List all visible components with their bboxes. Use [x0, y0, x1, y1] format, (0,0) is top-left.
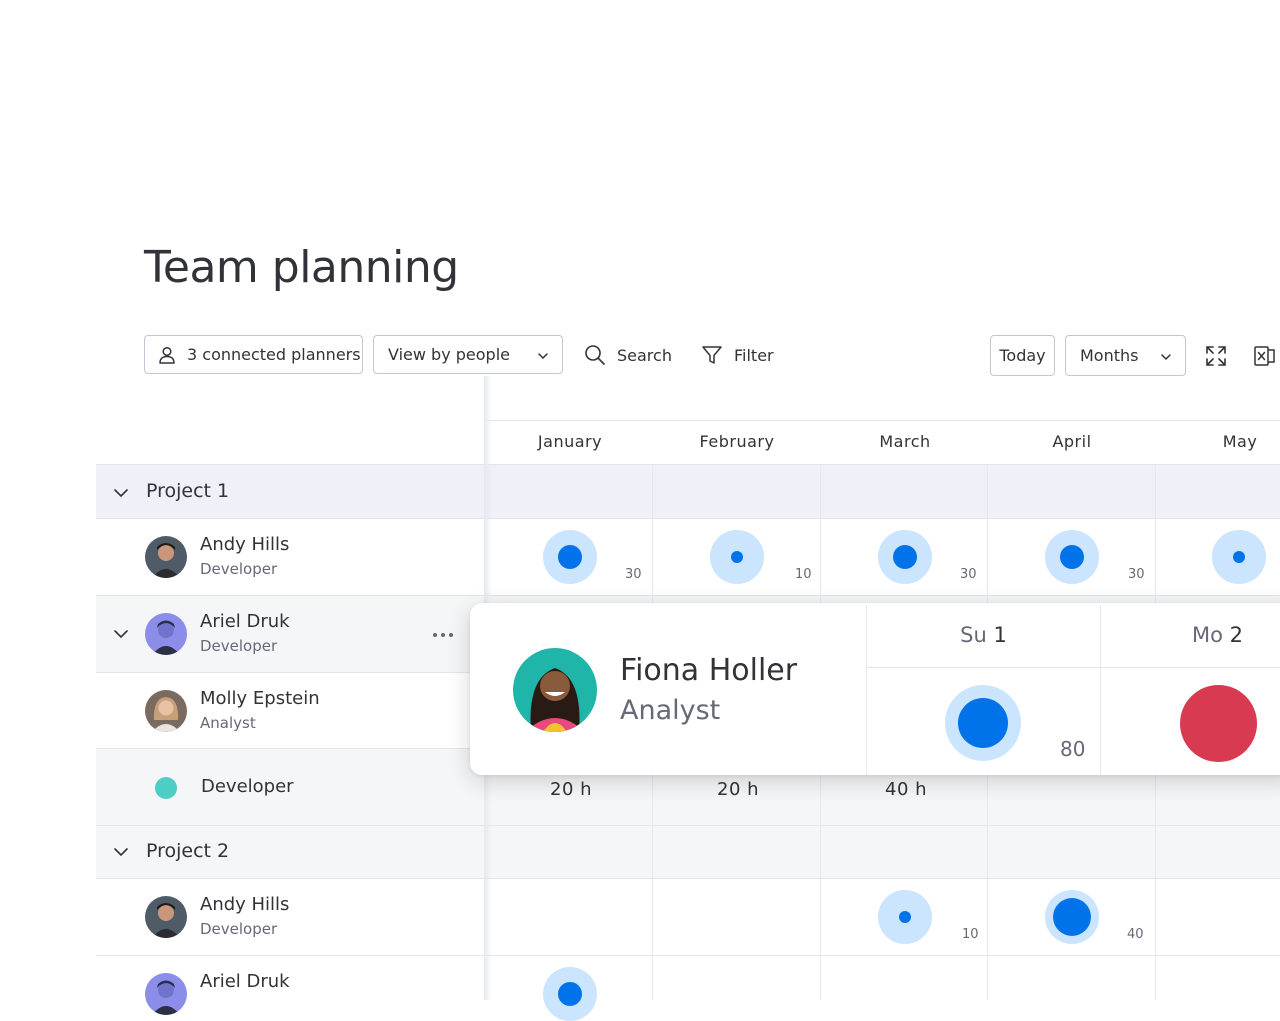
- person-name: Ariel Druk: [200, 611, 290, 632]
- excel-icon[interactable]: [1253, 344, 1277, 372]
- avatar: [513, 648, 597, 732]
- more-icon[interactable]: [432, 627, 454, 646]
- avatar: [145, 690, 187, 732]
- divider: [96, 464, 1280, 465]
- allocation-bubble[interactable]: [878, 530, 932, 584]
- avatar: [145, 896, 187, 938]
- role-label: Developer: [201, 776, 294, 797]
- person-name: Ariel Druk: [200, 971, 290, 992]
- allocation-bubble[interactable]: [543, 967, 597, 1021]
- allocation-bubble[interactable]: [1045, 530, 1099, 584]
- role-color-dot: [155, 777, 177, 799]
- person-name: Molly Epstein: [200, 688, 320, 709]
- group-label[interactable]: Project 1: [146, 480, 229, 502]
- month-header: May: [1222, 432, 1258, 451]
- allocation-bubble[interactable]: [543, 530, 597, 584]
- today-label: Today: [999, 346, 1046, 365]
- person-role: Developer: [200, 637, 278, 655]
- allocation-value: 40: [1127, 927, 1144, 942]
- period-label: Months: [1080, 346, 1139, 365]
- person-name: Andy Hills: [200, 534, 290, 555]
- filter-icon: [701, 344, 723, 366]
- allocation-bubble[interactable]: [945, 685, 1021, 761]
- allocation-bubble[interactable]: [1212, 530, 1266, 584]
- chevron-down-icon: [1159, 349, 1173, 368]
- chevron-down-icon[interactable]: [112, 843, 130, 865]
- popup-day-header: Mo 2: [1191, 623, 1244, 647]
- month-header: February: [699, 432, 775, 451]
- filter-button[interactable]: Filter: [701, 343, 774, 367]
- avatar: [145, 973, 187, 1015]
- person-popup-card: Fiona Holler Analyst Su 1 Mo 2 80: [470, 603, 1280, 775]
- role-hours: 20 h: [550, 779, 593, 800]
- allocation-value: 30: [960, 567, 977, 582]
- role-hours: 40 h: [885, 779, 928, 800]
- allocation-value: 30: [1128, 567, 1145, 582]
- popup-person-role: Analyst: [620, 695, 721, 726]
- divider: [96, 878, 1280, 879]
- page-title: Team planning: [144, 242, 459, 293]
- divider: [96, 672, 486, 673]
- avatar: [145, 613, 187, 655]
- allocation-value: 10: [795, 567, 812, 582]
- allocation-bubble[interactable]: [878, 890, 932, 944]
- divider: [96, 595, 1280, 596]
- group-header-row: [96, 826, 1280, 879]
- connected-planners-label: 3 connected planners: [187, 345, 361, 364]
- role-hours: 20 h: [717, 779, 760, 800]
- search-button[interactable]: Search: [584, 343, 672, 367]
- divider: [867, 667, 1280, 668]
- divider: [96, 955, 1280, 956]
- month-header: March: [879, 432, 931, 451]
- month-header: April: [1052, 432, 1092, 451]
- expand-icon[interactable]: [1204, 344, 1228, 372]
- divider: [96, 748, 486, 749]
- divider: [96, 518, 1280, 519]
- group-label[interactable]: Project 2: [146, 840, 229, 862]
- person-role: Developer: [200, 560, 278, 578]
- period-select[interactable]: Months: [1065, 335, 1186, 376]
- filter-label: Filter: [734, 345, 774, 365]
- search-icon: [584, 344, 606, 366]
- view-by-select[interactable]: View by people: [373, 335, 563, 374]
- chevron-down-icon: [536, 348, 550, 367]
- allocation-bubble[interactable]: [1045, 890, 1099, 944]
- over-capacity-indicator[interactable]: [1180, 685, 1257, 762]
- avatar: [145, 536, 187, 578]
- group-header-row: [96, 465, 1280, 518]
- popup-day-header: Su 1: [960, 623, 1007, 647]
- allocation-value: 30: [625, 567, 642, 582]
- person-role: Developer: [200, 920, 278, 938]
- view-by-label: View by people: [388, 345, 510, 364]
- person-role: Analyst: [200, 714, 256, 732]
- person-name: Andy Hills: [200, 894, 290, 915]
- month-header: January: [537, 432, 603, 451]
- allocation-value: 10: [962, 927, 979, 942]
- allocation-bubble[interactable]: [710, 530, 764, 584]
- connected-planners-button[interactable]: 3 connected planners: [144, 335, 363, 374]
- chevron-down-icon[interactable]: [112, 484, 130, 506]
- divider: [96, 825, 1280, 826]
- search-label: Search: [617, 345, 672, 365]
- today-button[interactable]: Today: [990, 335, 1055, 376]
- divider: [486, 420, 1280, 421]
- chevron-down-icon[interactable]: [112, 625, 130, 647]
- popup-person-name: Fiona Holler: [620, 653, 798, 688]
- allocation-value: 80: [1060, 737, 1086, 761]
- person-icon: [157, 345, 177, 365]
